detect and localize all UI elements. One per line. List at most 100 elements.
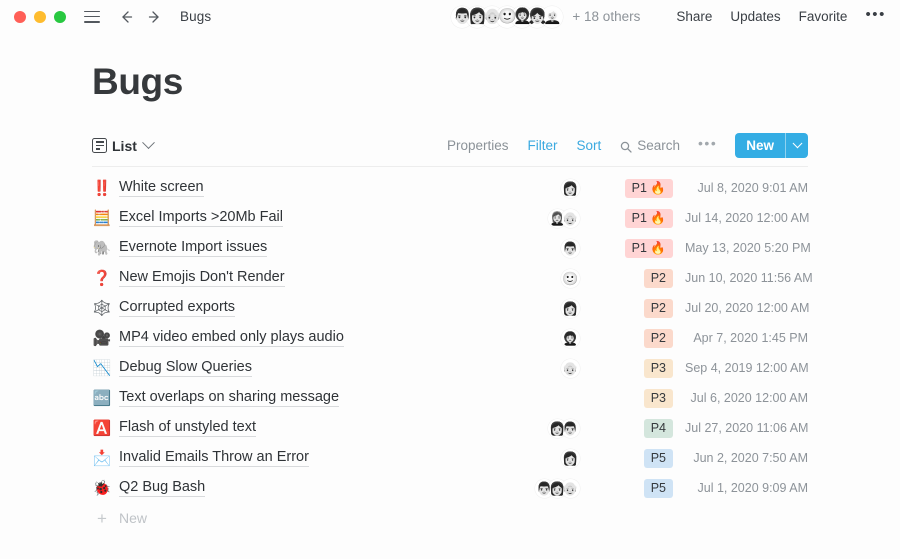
- priority-cell: P1 🔥: [589, 208, 673, 228]
- avatar[interactable]: 👨: [561, 418, 580, 438]
- status-badge[interactable]: P2: [643, 268, 673, 288]
- avatar-face: 👴: [562, 360, 579, 376]
- avatar[interactable]: 👴: [561, 358, 580, 378]
- row-title-link[interactable]: MP4 video embed only plays audio: [119, 329, 344, 347]
- search-button[interactable]: Search: [620, 138, 680, 153]
- status-badge[interactable]: P3: [643, 388, 673, 408]
- avatar[interactable]: 👱‍♀️: [541, 5, 564, 28]
- row-title-link[interactable]: Q2 Bug Bash: [119, 479, 206, 497]
- collaborator-avatars[interactable]: 👨 👩 👴 🙂 👩‍🦱 👧 👱‍♀️: [451, 5, 564, 28]
- chevron-down-icon: [142, 136, 155, 150]
- sort-button[interactable]: Sort: [576, 138, 601, 153]
- row-date: Jul 27, 2020 11:06 AM: [685, 421, 809, 435]
- avatar-face: 👨: [562, 240, 579, 256]
- table-row[interactable]: 🔤 Text overlaps on sharing message P3 Jul 6…: [92, 383, 808, 413]
- row-assignees[interactable]: 👩 👨: [548, 418, 580, 438]
- maximize-window-button[interactable]: [54, 10, 66, 23]
- avatar-face: 👩‍🦱: [562, 330, 579, 346]
- table-row[interactable]: 📩 Invalid Emails Throw an Error 👩 P5 Jun 2, …: [92, 443, 808, 473]
- hamburger-menu-icon[interactable]: [84, 10, 100, 23]
- avatar[interactable]: 👩: [561, 298, 580, 318]
- row-assignees[interactable]: 👩: [561, 178, 580, 198]
- row-title-link[interactable]: Debug Slow Queries: [119, 359, 252, 377]
- view-more-options-icon[interactable]: •••: [698, 136, 717, 150]
- priority-cell: P3: [589, 388, 673, 408]
- new-button-dropdown[interactable]: [786, 133, 808, 158]
- row-title-link[interactable]: Invalid Emails Throw an Error: [119, 449, 309, 467]
- view-toolbar: List Properties Filter Sort Search ••• N…: [92, 125, 808, 167]
- row-title-link[interactable]: New Emojis Don't Render: [119, 269, 285, 287]
- properties-button[interactable]: Properties: [447, 138, 509, 153]
- plus-icon: +: [97, 508, 107, 528]
- row-assignees[interactable]: 👨 👩 👴: [535, 478, 580, 498]
- view-selector-list[interactable]: List: [92, 136, 155, 154]
- row-assignees[interactable]: 👴: [561, 358, 580, 378]
- status-badge[interactable]: P3: [643, 358, 673, 378]
- table-row[interactable]: 🎥 MP4 video embed only plays audio 👩‍🦱 P2 Ap…: [92, 323, 808, 353]
- table-row[interactable]: 🅰️ Flash of unstyled text 👩 👨 P4 Jul 27, 2020…: [92, 413, 808, 443]
- more-options-icon[interactable]: •••: [865, 7, 886, 22]
- row-title-link[interactable]: White screen: [119, 179, 204, 197]
- status-badge[interactable]: P1 🔥: [624, 238, 673, 258]
- avatar[interactable]: 👩: [561, 448, 580, 468]
- row-assignees[interactable]: 👩: [561, 448, 580, 468]
- row-title-link[interactable]: Flash of unstyled text: [119, 419, 257, 437]
- new-button-label: New: [746, 138, 774, 153]
- add-new-row-button[interactable]: + New: [92, 503, 808, 533]
- table-row[interactable]: ‼️ White screen 👩 P1 🔥 Jul 8, 2020 9:01 AM: [92, 173, 808, 203]
- breadcrumb[interactable]: Bugs: [180, 9, 211, 24]
- row-assignees[interactable]: 👩: [561, 298, 580, 318]
- status-badge[interactable]: P5: [643, 448, 673, 468]
- status-badge[interactable]: P2: [643, 298, 673, 318]
- row-title-link[interactable]: Corrupted exports: [119, 299, 236, 317]
- row-title-link[interactable]: Excel Imports >20Mb Fail: [119, 209, 283, 227]
- window-controls: [14, 10, 66, 23]
- row-assignees[interactable]: 👩‍🦰 👴: [548, 208, 580, 228]
- table-row[interactable]: 🐞 Q2 Bug Bash 👨 👩 👴 P5 Jul 1, 2020 9:09 AM: [92, 473, 808, 503]
- table-row[interactable]: ❓ New Emojis Don't Render 🙂 P2 Jun 10, 2020 …: [92, 263, 813, 293]
- list-view-icon: [92, 138, 107, 153]
- row-meta: 👴 P3 Sep 4, 2019 12:00 AM: [561, 358, 809, 378]
- avatar-face: 🙂: [562, 270, 579, 286]
- avatar[interactable]: 🙂: [561, 268, 580, 288]
- avatar[interactable]: 👴: [561, 478, 580, 498]
- avatar[interactable]: 👩‍🦱: [561, 328, 580, 348]
- status-badge[interactable]: P1 🔥: [624, 178, 673, 198]
- avatar[interactable]: 👩: [561, 178, 580, 198]
- new-button[interactable]: New: [735, 133, 808, 158]
- row-assignees[interactable]: 👩‍🦱: [561, 328, 580, 348]
- row-meta: 👩 P1 🔥 Jul 8, 2020 9:01 AM: [561, 178, 808, 198]
- minimize-window-button[interactable]: [34, 10, 46, 23]
- status-badge[interactable]: P4: [643, 418, 673, 438]
- updates-button[interactable]: Updates: [730, 9, 780, 24]
- avatar-face: 👩: [562, 180, 579, 196]
- row-title-link[interactable]: Evernote Import issues: [119, 239, 268, 257]
- avatar-face: 👩: [562, 450, 579, 466]
- priority-cell: P2: [589, 328, 673, 348]
- avatar-face: 👩: [562, 300, 579, 316]
- row-meta: P3 Jul 6, 2020 12:00 AM: [580, 388, 808, 408]
- status-badge[interactable]: P2: [643, 328, 673, 348]
- table-row[interactable]: 🧮 Excel Imports >20Mb Fail 👩‍🦰 👴 P1 🔥 Jul 14,…: [92, 203, 809, 233]
- arrow-right-icon[interactable]: [147, 9, 163, 25]
- spider-web-icon: 🕸️: [92, 299, 112, 317]
- status-badge[interactable]: P1 🔥: [624, 208, 673, 228]
- share-button[interactable]: Share: [676, 9, 712, 24]
- row-assignees[interactable]: 🙂: [561, 268, 580, 288]
- table-row[interactable]: 📉 Debug Slow Queries 👴 P3 Sep 4, 2019 12:00 …: [92, 353, 809, 383]
- row-assignees[interactable]: 👨: [561, 238, 580, 258]
- priority-cell: P4: [589, 418, 673, 438]
- title-bar: Bugs 👨 👩 👴 🙂 👩‍🦱 👧 👱‍♀️ + 18 others Share Upda…: [0, 0, 900, 33]
- table-row[interactable]: 🕸️ Corrupted exports 👩 P2 Jul 20, 2020 12:00…: [92, 293, 809, 323]
- row-title-link[interactable]: Text overlaps on sharing message: [119, 389, 340, 407]
- filter-button[interactable]: Filter: [527, 138, 557, 153]
- table-row[interactable]: 🐘 Evernote Import issues 👨 P1 🔥 May 13, 2020…: [92, 233, 811, 263]
- avatar[interactable]: 👨: [561, 238, 580, 258]
- status-badge[interactable]: P5: [643, 478, 673, 498]
- favorite-button[interactable]: Favorite: [799, 9, 848, 24]
- arrow-left-icon[interactable]: [118, 9, 134, 25]
- chart-decreasing-icon: 📉: [92, 359, 112, 377]
- close-window-button[interactable]: [14, 10, 26, 23]
- avatar[interactable]: 👴: [561, 208, 580, 228]
- double-exclamation-icon: ‼️: [92, 179, 112, 197]
